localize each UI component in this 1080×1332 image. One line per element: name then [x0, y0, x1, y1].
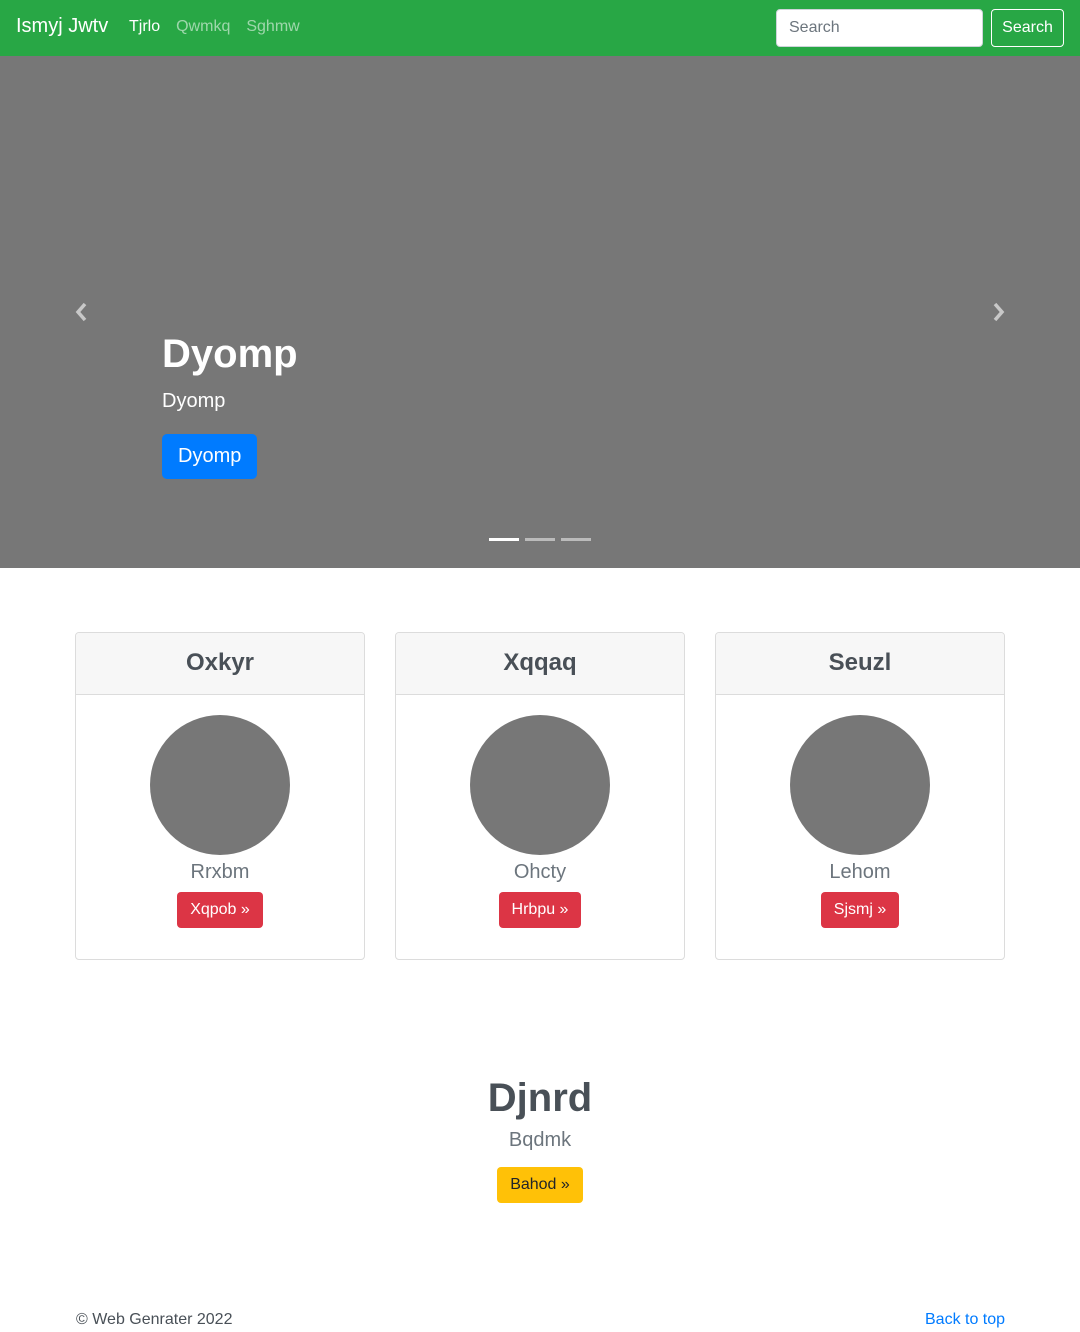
- card-text: Ohcty: [513, 861, 567, 883]
- hero-carousel: Dyomp Dyomp Dyomp: [0, 56, 1080, 568]
- feature-text: Bqdmk: [508, 1129, 572, 1151]
- feature-section: Djnrd Bqdmk Bahod »: [0, 1074, 1080, 1203]
- card-header: Xqqaq: [396, 633, 684, 695]
- avatar: [150, 715, 290, 855]
- carousel-text: Dyomp: [162, 390, 226, 412]
- carousel-cta-button[interactable]: Dyomp: [162, 434, 258, 479]
- feature-title: Djnrd: [487, 1076, 593, 1120]
- feature-button[interactable]: Bahod »: [497, 1167, 583, 1203]
- chevron-left-icon: [75, 302, 87, 322]
- card-button[interactable]: Sjsmj »: [820, 892, 900, 928]
- carousel-next-button[interactable]: [986, 300, 1010, 324]
- nav-link-sghmw[interactable]: Sghmw: [246, 18, 299, 36]
- carousel-caption: Dyomp Dyomp Dyomp: [162, 330, 298, 479]
- card-text: Rrxbm: [190, 861, 250, 883]
- footer-copyright: © Web Genrater 2022: [76, 1311, 233, 1328]
- carousel-prev-button[interactable]: [70, 300, 94, 324]
- carousel-indicator-3[interactable]: [561, 538, 591, 541]
- card-seuzl: Seuzl Lehom Sjsmj »: [715, 632, 1005, 960]
- chevron-right-icon: [993, 302, 1005, 322]
- avatar: [790, 715, 930, 855]
- card-header: Oxkyr: [76, 633, 364, 695]
- carousel-indicator-1[interactable]: [489, 538, 519, 541]
- search-button[interactable]: Search: [991, 9, 1064, 47]
- nav-link-tjrlo[interactable]: Tjrlo: [129, 18, 160, 36]
- carousel-title: Dyomp: [162, 332, 298, 376]
- card-xqqaq: Xqqaq Ohcty Hrbpu »: [395, 632, 685, 960]
- carousel-indicator-2[interactable]: [525, 538, 555, 541]
- card-button[interactable]: Hrbpu »: [498, 892, 582, 928]
- card-header: Seuzl: [716, 633, 1004, 695]
- nav-links: Tjrlo Qwmkq Sghmw: [129, 18, 316, 36]
- card-text: Lehom: [829, 861, 891, 883]
- brand-link[interactable]: Ismyj Jwtv: [16, 15, 108, 38]
- avatar: [470, 715, 610, 855]
- card-oxkyr: Oxkyr Rrxbm Xqpob »: [75, 632, 365, 960]
- card-button[interactable]: Xqpob »: [177, 892, 263, 928]
- nav-link-qwmkq[interactable]: Qwmkq: [176, 18, 230, 36]
- back-to-top-link[interactable]: Back to top: [925, 1311, 1005, 1329]
- carousel-indicators: [489, 538, 597, 541]
- search-input[interactable]: [776, 9, 983, 47]
- navbar: Ismyj Jwtv Tjrlo Qwmkq Sghmw Search: [0, 0, 1080, 56]
